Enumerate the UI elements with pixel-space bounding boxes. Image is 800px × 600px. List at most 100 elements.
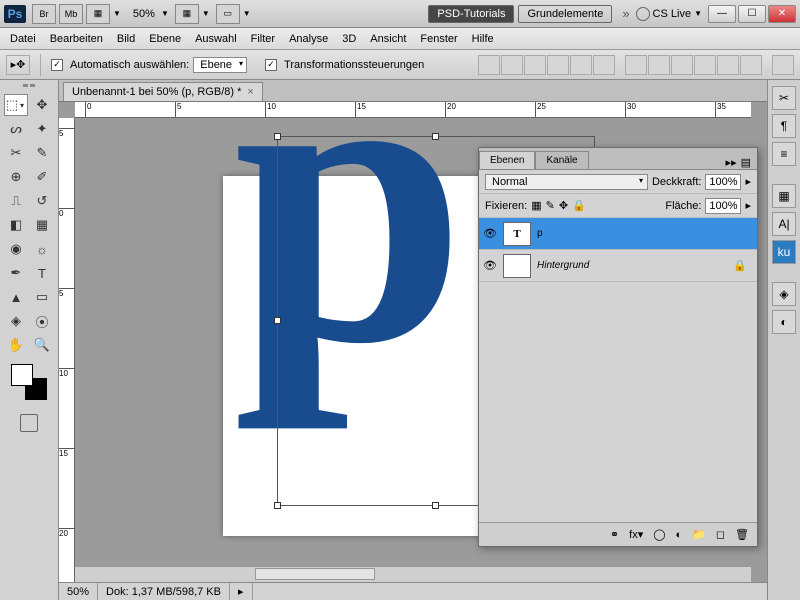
shape-tool[interactable]: ▭ xyxy=(30,286,54,308)
panel-icon-transform[interactable]: ✂ xyxy=(772,86,796,110)
status-arrow[interactable]: ▸ xyxy=(230,583,253,600)
crop-tool[interactable]: ✂ xyxy=(4,142,28,164)
view-extras-button[interactable]: ▦ xyxy=(86,4,110,24)
status-docinfo[interactable]: Dok: 1,37 MB/598,7 KB xyxy=(98,583,230,600)
menu-3d[interactable]: 3D xyxy=(342,33,356,45)
dropdown-icon[interactable]: ▼ xyxy=(694,9,702,18)
history-brush-tool[interactable]: ↺ xyxy=(30,190,54,212)
layer-row[interactable]: 👁 Hintergrund 🔒 xyxy=(479,250,757,282)
dodge-tool[interactable]: ☼ xyxy=(30,238,54,260)
layer-fx-icon[interactable]: fx▾ xyxy=(629,528,643,541)
marquee-tool[interactable]: ⬚ xyxy=(4,94,28,116)
distribute-btn[interactable] xyxy=(717,55,739,75)
menu-ansicht[interactable]: Ansicht xyxy=(370,33,406,45)
quick-select-tool[interactable]: ✦ xyxy=(30,118,54,140)
auto-align-btn[interactable] xyxy=(772,55,794,75)
panel-icon-kuler[interactable]: ku xyxy=(772,240,796,264)
zoom-tool[interactable]: 🔍 xyxy=(30,334,54,356)
delete-layer-icon[interactable]: 🗑 xyxy=(735,528,749,541)
dropdown-icon[interactable]: ▼ xyxy=(243,9,251,18)
distribute-btn[interactable] xyxy=(648,55,670,75)
layer-name[interactable]: Hintergrund xyxy=(537,260,589,271)
lock-position-icon[interactable]: ✥ xyxy=(559,199,568,212)
healing-tool[interactable]: ⊕ xyxy=(4,166,28,188)
auto-select-checkbox[interactable]: ✓ xyxy=(51,59,63,71)
maximize-button[interactable]: ☐ xyxy=(738,5,766,23)
panel-collapse-icon[interactable]: ▸▸ xyxy=(726,156,737,169)
stamp-tool[interactable]: ⎍ xyxy=(4,190,28,212)
lock-all-icon[interactable]: 🔒 xyxy=(572,199,586,212)
3d-tool[interactable]: ◈ xyxy=(4,310,28,332)
menu-analyse[interactable]: Analyse xyxy=(289,33,328,45)
screenmode-button[interactable]: ▭ xyxy=(216,4,240,24)
align-btn[interactable] xyxy=(593,55,615,75)
blend-mode-select[interactable]: Normal xyxy=(485,174,648,190)
dropdown-icon[interactable]: ▼ xyxy=(202,9,210,18)
distribute-btn[interactable] xyxy=(694,55,716,75)
align-btn[interactable] xyxy=(478,55,500,75)
align-btn[interactable] xyxy=(547,55,569,75)
distribute-btn[interactable] xyxy=(625,55,647,75)
brush-tool[interactable]: ✐ xyxy=(30,166,54,188)
color-swatches[interactable] xyxy=(11,364,47,400)
align-btn[interactable] xyxy=(501,55,523,75)
workspace-more-icon[interactable]: » xyxy=(622,6,629,21)
link-layers-icon[interactable]: ⚭ xyxy=(610,528,619,541)
distribute-btn[interactable] xyxy=(671,55,693,75)
close-tab-icon[interactable]: × xyxy=(247,86,253,98)
bridge-button[interactable]: Br xyxy=(32,4,56,24)
scrollbar-horizontal[interactable] xyxy=(75,566,751,582)
menu-filter[interactable]: Filter xyxy=(251,33,275,45)
align-btn[interactable] xyxy=(570,55,592,75)
menu-ebene[interactable]: Ebene xyxy=(149,33,181,45)
dropdown-icon[interactable]: ▼ xyxy=(161,9,169,18)
transform-checkbox[interactable]: ✓ xyxy=(265,59,277,71)
layers-panel[interactable]: Ebenen Kanäle ▸▸▤ Normal Deckkraft: 100%… xyxy=(478,147,758,547)
layer-thumbnail[interactable]: T xyxy=(503,222,531,246)
path-select-tool[interactable]: ▲ xyxy=(4,286,28,308)
foreground-color[interactable] xyxy=(11,364,33,386)
fill-input[interactable]: 100% xyxy=(705,198,741,214)
adjustment-layer-icon[interactable]: ◐ xyxy=(676,529,683,541)
panel-icon-character-a[interactable]: A| xyxy=(772,212,796,236)
panel-icon-adjust[interactable]: ◐ xyxy=(772,310,796,334)
cs-live-icon[interactable] xyxy=(636,7,650,21)
type-tool[interactable]: T xyxy=(30,262,54,284)
cs-live-label[interactable]: CS Live xyxy=(653,8,692,20)
layer-row[interactable]: 👁 T p xyxy=(479,218,757,250)
menu-auswahl[interactable]: Auswahl xyxy=(195,33,237,45)
panel-icon-paragraph[interactable]: ¶ xyxy=(772,114,796,138)
menu-bearbeiten[interactable]: Bearbeiten xyxy=(50,33,103,45)
blur-tool[interactable]: ◉ xyxy=(4,238,28,260)
lock-transparency-icon[interactable]: ▦ xyxy=(531,199,541,212)
panel-menu-icon[interactable]: ▤ xyxy=(741,156,751,169)
menu-fenster[interactable]: Fenster xyxy=(420,33,457,45)
minimize-button[interactable]: — xyxy=(708,5,736,23)
gradient-tool[interactable]: ▦ xyxy=(30,214,54,236)
layer-mask-icon[interactable]: ◯ xyxy=(653,528,665,541)
close-button[interactable]: ✕ xyxy=(768,5,796,23)
hand-tool[interactable]: ✋ xyxy=(4,334,28,356)
lasso-tool[interactable]: ᔕ xyxy=(4,118,28,140)
opacity-stepper-icon[interactable]: ▸ xyxy=(745,175,751,188)
lock-pixels-icon[interactable]: ✎ xyxy=(546,199,555,212)
visibility-icon[interactable]: 👁 xyxy=(483,227,497,241)
menu-hilfe[interactable]: Hilfe xyxy=(472,33,494,45)
menu-datei[interactable]: Datei xyxy=(10,33,36,45)
move-tool[interactable]: ✥ xyxy=(30,94,54,116)
document-tab[interactable]: Unbenannt-1 bei 50% (p, RGB/8) * × xyxy=(63,82,263,101)
new-layer-icon[interactable]: ◻ xyxy=(716,528,725,541)
3d-camera-tool[interactable]: ⦿ xyxy=(30,310,54,332)
align-btn[interactable] xyxy=(524,55,546,75)
dropdown-icon[interactable]: ▼ xyxy=(113,9,121,18)
zoom-level[interactable]: 50% xyxy=(133,8,155,20)
auto-select-dropdown[interactable]: Ebene xyxy=(193,57,247,73)
fill-stepper-icon[interactable]: ▸ xyxy=(745,199,751,212)
eyedropper-tool[interactable]: ✎ xyxy=(30,142,54,164)
arrange-button[interactable]: ▦ xyxy=(175,4,199,24)
eraser-tool[interactable]: ◧ xyxy=(4,214,28,236)
opacity-input[interactable]: 100% xyxy=(705,174,741,190)
menu-bild[interactable]: Bild xyxy=(117,33,135,45)
quick-mask-button[interactable] xyxy=(20,414,38,432)
status-zoom[interactable]: 50% xyxy=(59,583,98,600)
